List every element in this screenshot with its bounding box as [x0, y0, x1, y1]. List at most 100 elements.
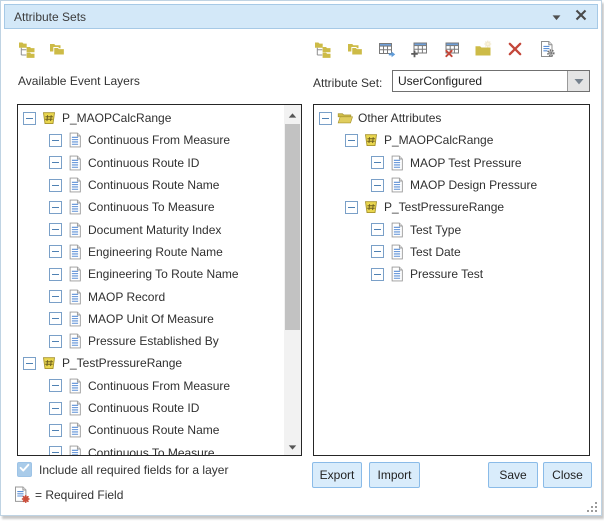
tree-item[interactable]: MAOP Design Pressure: [314, 174, 589, 196]
tree-item[interactable]: Continuous From Measure: [18, 375, 284, 397]
collapse-toggle[interactable]: [49, 179, 62, 192]
collapse-toggle[interactable]: [49, 268, 62, 281]
remove-table-button[interactable]: [442, 40, 460, 58]
tree-item[interactable]: Continuous From Measure: [18, 129, 284, 151]
doc-icon: [67, 445, 83, 456]
new-attribute-set-button[interactable]: [474, 40, 492, 58]
tree-item[interactable]: Continuous Route ID: [18, 152, 284, 174]
doc-icon: [67, 311, 83, 327]
collapse-toggle[interactable]: [49, 335, 62, 348]
tree-item-label: Pressure Established By: [88, 334, 219, 348]
import-button[interactable]: Import: [369, 462, 420, 488]
attribute-set-combobox[interactable]: UserConfigured: [392, 70, 590, 92]
tree-item[interactable]: Test Type: [314, 218, 589, 240]
collapse-attribute-tree-button[interactable]: [346, 40, 364, 58]
event-layer-icon: [363, 199, 379, 215]
scroll-up-button[interactable]: [284, 106, 301, 122]
collapse-toggle[interactable]: [371, 223, 384, 236]
scroll-down-button[interactable]: [284, 438, 301, 454]
tree-item[interactable]: Other Attributes: [314, 107, 589, 129]
close-button[interactable]: [573, 9, 588, 24]
include-required-fields-checkbox[interactable]: [17, 462, 32, 477]
tree-item[interactable]: P_TestPressureRange: [314, 196, 589, 218]
add-table-icon: [410, 40, 428, 58]
tree-item[interactable]: Continuous Route ID: [18, 397, 284, 419]
collapse-toggle[interactable]: [49, 201, 62, 214]
collapse-toggle[interactable]: [49, 424, 62, 437]
add-table-button[interactable]: [410, 40, 428, 58]
folders-icon: [346, 40, 364, 58]
collapse-layer-tree-button[interactable]: [48, 40, 66, 58]
collapse-toggle[interactable]: [49, 446, 62, 456]
dock-menu-button[interactable]: [549, 9, 564, 24]
doc-icon: [67, 400, 83, 416]
chevron-down-icon: [574, 72, 584, 90]
available-layers-tree: P_MAOPCalcRangeContinuous From MeasureCo…: [18, 105, 284, 456]
tree-item[interactable]: Continuous To Measure: [18, 196, 284, 218]
chevron-down-icon: [552, 8, 561, 26]
tree-item[interactable]: MAOP Unit Of Measure: [18, 308, 284, 330]
attribute-set-tree: Other Attributes P_MAOPCalcRange MAOP Test…: [314, 105, 589, 285]
event-layer-icon: [41, 355, 57, 371]
doc-icon: [67, 222, 83, 238]
collapse-toggle[interactable]: [49, 134, 62, 147]
close-dialog-button[interactable]: Close: [543, 462, 592, 488]
save-button[interactable]: Save: [488, 462, 538, 488]
vertical-scrollbar[interactable]: [284, 105, 301, 455]
tree-item[interactable]: Pressure Established By: [18, 330, 284, 352]
collapse-toggle[interactable]: [319, 112, 332, 125]
tree-item-label: MAOP Test Pressure: [410, 156, 522, 170]
collapse-toggle[interactable]: [49, 156, 62, 169]
tree-item-label: Continuous Route Name: [88, 178, 219, 192]
collapse-toggle[interactable]: [49, 379, 62, 392]
collapse-toggle[interactable]: [371, 268, 384, 281]
scrollbar-thumb[interactable]: [285, 124, 300, 330]
tree-item[interactable]: Engineering To Route Name: [18, 263, 284, 285]
doc-icon: [389, 266, 405, 282]
doc-icon: [67, 266, 83, 282]
open-table-button[interactable]: [378, 40, 396, 58]
open-table-icon: [378, 40, 396, 58]
close-icon: [575, 8, 587, 26]
titlebar[interactable]: Attribute Sets: [4, 4, 598, 29]
collapse-toggle[interactable]: [23, 357, 36, 370]
export-button[interactable]: Export: [312, 462, 362, 488]
folders-icon: [48, 40, 66, 58]
delete-attribute-set-button[interactable]: [506, 40, 524, 58]
tree-item[interactable]: Pressure Test: [314, 263, 589, 285]
collapse-toggle[interactable]: [49, 290, 62, 303]
tree-item-label: Other Attributes: [358, 111, 441, 125]
collapse-toggle[interactable]: [49, 245, 62, 258]
tree-item[interactable]: Test Date: [314, 241, 589, 263]
tree-item[interactable]: Document Maturity Index: [18, 218, 284, 240]
tree-item[interactable]: Continuous Route Name: [18, 419, 284, 441]
collapse-toggle[interactable]: [371, 156, 384, 169]
collapse-toggle[interactable]: [49, 402, 62, 415]
collapse-toggle[interactable]: [23, 112, 36, 125]
collapse-toggle[interactable]: [345, 201, 358, 214]
tree-item[interactable]: MAOP Record: [18, 285, 284, 307]
tree-item[interactable]: Continuous To Measure: [18, 441, 284, 456]
attribute-set-dropdown-button[interactable]: [567, 71, 589, 91]
tree-item-label: Test Date: [410, 245, 461, 259]
new-set-folder-icon: [474, 40, 492, 58]
include-required-fields-label: Include all required fields for a layer: [39, 463, 228, 477]
tree-item[interactable]: P_MAOPCalcRange: [314, 129, 589, 151]
required-field-legend-label: = Required Field: [35, 488, 123, 502]
resize-grip[interactable]: [586, 500, 598, 512]
tree-item[interactable]: Engineering Route Name: [18, 241, 284, 263]
doc-icon: [67, 244, 83, 260]
collapse-toggle[interactable]: [371, 245, 384, 258]
tree-item[interactable]: MAOP Test Pressure: [314, 152, 589, 174]
check-icon: [18, 461, 31, 479]
collapse-toggle[interactable]: [371, 179, 384, 192]
collapse-toggle[interactable]: [345, 134, 358, 147]
collapse-toggle[interactable]: [49, 312, 62, 325]
collapse-toggle[interactable]: [49, 223, 62, 236]
tree-item[interactable]: P_TestPressureRange: [18, 352, 284, 374]
expand-attribute-tree-button[interactable]: [314, 40, 332, 58]
expand-layer-tree-button[interactable]: [18, 40, 36, 58]
tree-item[interactable]: Continuous Route Name: [18, 174, 284, 196]
tree-item[interactable]: P_MAOPCalcRange: [18, 107, 284, 129]
attribute-set-properties-button[interactable]: [538, 40, 556, 58]
